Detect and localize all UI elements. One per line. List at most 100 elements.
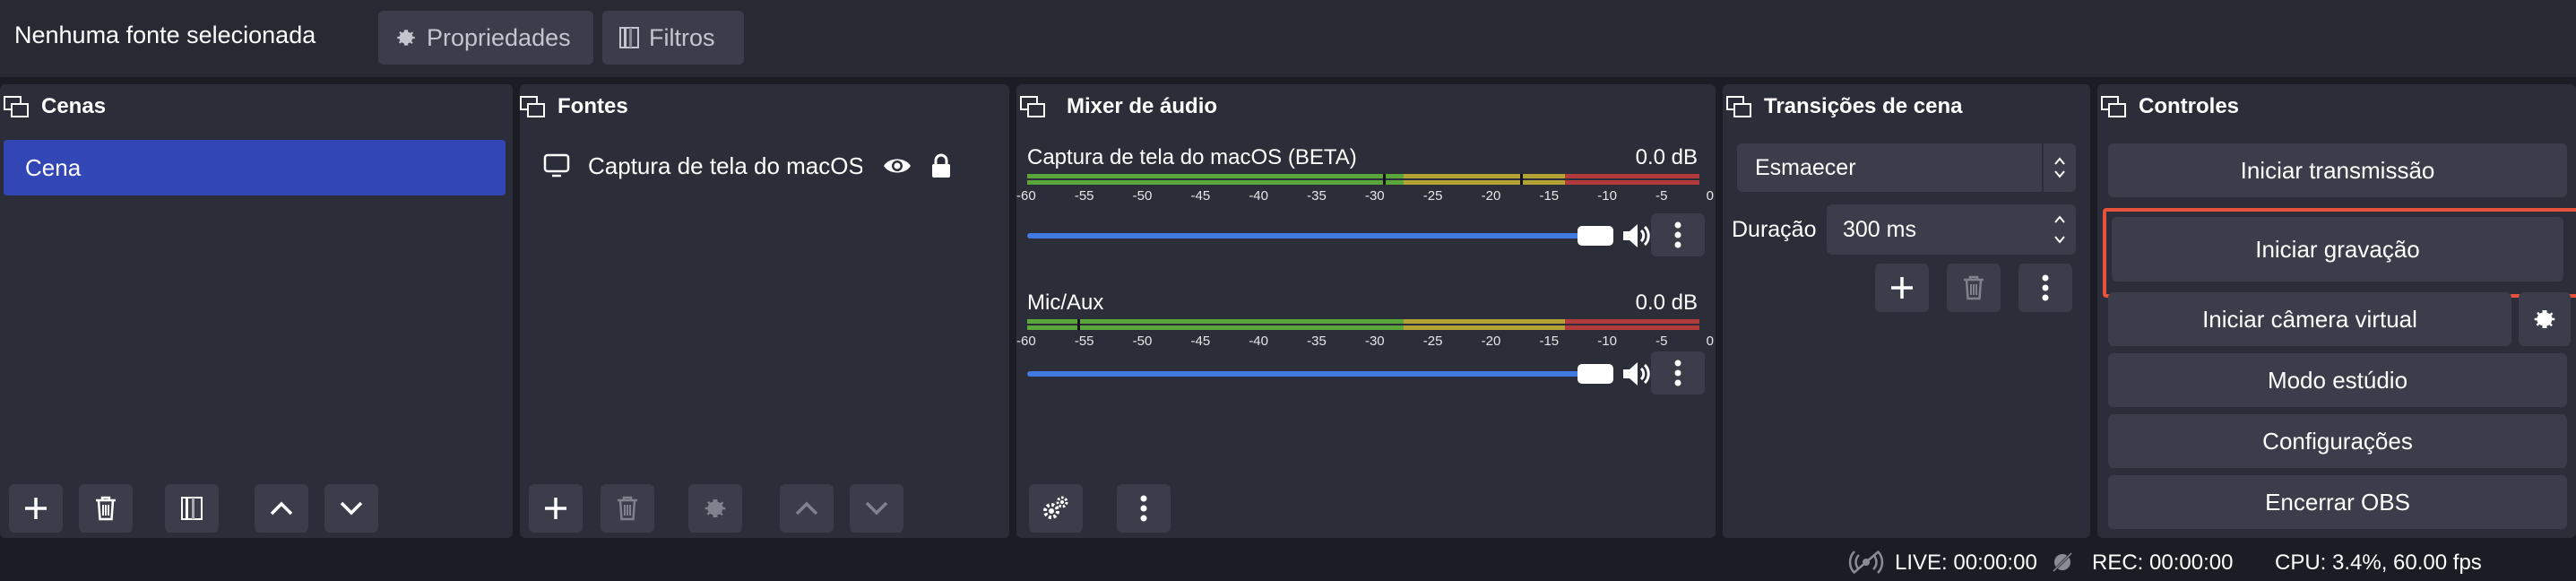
start-recording-button[interactable]: Iniciar gravação bbox=[2112, 217, 2563, 282]
cpu-fps-readout: CPU: 3.4%, 60.00 fps bbox=[2275, 551, 2482, 575]
exit-label: Encerrar OBS bbox=[2265, 488, 2410, 516]
advanced-audio-button[interactable] bbox=[1029, 484, 1083, 533]
tick-label: -35 bbox=[1307, 188, 1327, 204]
dock-float-icon[interactable] bbox=[520, 94, 545, 119]
studio-mode-button[interactable]: Modo estúdio bbox=[2108, 353, 2567, 407]
scene-item[interactable]: Cena bbox=[4, 140, 506, 195]
mixer-channel: Captura de tela do macOS (BETA) 0.0 dB -… bbox=[1016, 145, 1716, 271]
sources-title: Fontes bbox=[558, 94, 628, 118]
scenes-toolbar bbox=[0, 479, 513, 538]
plus-icon bbox=[1889, 274, 1915, 301]
volume-slider-track bbox=[1027, 371, 1610, 377]
settings-label: Configurações bbox=[2262, 427, 2413, 455]
status-bar: LIVE: 00:00:00 REC: 00:00:00 CPU: 3.4%, … bbox=[0, 543, 2576, 581]
speaker-icon[interactable] bbox=[1621, 221, 1653, 251]
audio-mixer-dock: Mixer de áudio Captura de tela do macOS … bbox=[1016, 84, 1716, 538]
tick-label: -40 bbox=[1249, 334, 1268, 349]
sources-dock-title: Fontes bbox=[520, 84, 1009, 129]
source-properties-button[interactable] bbox=[688, 484, 742, 533]
transitions-title: Transições de cena bbox=[1764, 94, 1963, 118]
gear-icon bbox=[2531, 306, 2558, 333]
channel-menu-button[interactable] bbox=[1651, 351, 1705, 395]
channel-menu-button[interactable] bbox=[1651, 213, 1705, 256]
add-scene-button[interactable] bbox=[9, 484, 63, 533]
add-source-button[interactable] bbox=[529, 484, 583, 533]
duration-spinbox[interactable]: 300 ms bbox=[1827, 204, 2076, 255]
duration-label: Duração bbox=[1732, 217, 1817, 242]
transition-select-value: Esmaecer bbox=[1755, 154, 1856, 180]
channel-name: Captura de tela do macOS (BETA) bbox=[1027, 145, 1357, 169]
mixer-title: Mixer de áudio bbox=[1067, 94, 1218, 118]
record-status-icon bbox=[2051, 551, 2074, 574]
settings-button[interactable]: Configurações bbox=[2108, 414, 2567, 468]
meter-scale: -60 -55 -50 -45 -40 -35 -30 -25 -20 -15 … bbox=[1016, 188, 1714, 204]
tick-label: -30 bbox=[1364, 188, 1385, 204]
start-recording-label: Iniciar gravação bbox=[2255, 235, 2420, 263]
rec-timer: REC: 00:00:00 bbox=[2092, 551, 2234, 575]
start-streaming-button[interactable]: Iniciar transmissão bbox=[2108, 143, 2567, 197]
remove-source-button[interactable] bbox=[601, 484, 654, 533]
stream-status-icon bbox=[1848, 549, 1884, 576]
spin-arrows-icon[interactable] bbox=[2053, 212, 2067, 247]
studio-mode-label: Modo estúdio bbox=[2267, 366, 2408, 394]
gear-icon bbox=[394, 26, 418, 49]
sources-toolbar bbox=[520, 479, 1009, 538]
chevron-up-icon bbox=[793, 495, 820, 522]
tick-label: -15 bbox=[1539, 334, 1560, 349]
tick-label: -50 bbox=[1132, 188, 1153, 204]
scene-filters-button[interactable] bbox=[165, 484, 219, 533]
tick-label: -60 bbox=[1016, 334, 1036, 349]
move-source-down-button[interactable] bbox=[850, 484, 903, 533]
exit-button[interactable]: Encerrar OBS bbox=[2108, 475, 2567, 529]
volume-slider[interactable] bbox=[1027, 351, 1705, 395]
volume-slider-handle[interactable] bbox=[1578, 226, 1613, 246]
start-streaming-label: Iniciar transmissão bbox=[2240, 156, 2435, 184]
move-scene-up-button[interactable] bbox=[255, 484, 308, 533]
dock-float-icon[interactable] bbox=[1726, 94, 1751, 119]
transitions-dock: Transições de cena Esmaecer Duração 300 … bbox=[1723, 84, 2090, 538]
kebab-menu-icon bbox=[1674, 360, 1681, 386]
start-virtual-camera-button[interactable]: Iniciar câmera virtual bbox=[2108, 292, 2511, 346]
source-item-label: Captura de tela do macOS ( bbox=[588, 152, 862, 179]
scenes-dock: Cenas Cena bbox=[0, 84, 513, 538]
kebab-menu-icon bbox=[1674, 221, 1681, 248]
transition-menu-button[interactable] bbox=[2018, 264, 2072, 312]
transition-select[interactable]: Esmaecer bbox=[1737, 143, 2076, 192]
speaker-icon[interactable] bbox=[1621, 359, 1653, 389]
filters-button[interactable]: Filtros bbox=[602, 11, 744, 65]
lock-icon[interactable] bbox=[930, 153, 952, 178]
dock-float-icon[interactable] bbox=[1020, 94, 1045, 119]
properties-button[interactable]: Propriedades bbox=[378, 11, 593, 65]
volume-meter bbox=[1027, 174, 1699, 185]
remove-scene-button[interactable] bbox=[79, 484, 133, 533]
eye-icon[interactable] bbox=[882, 155, 912, 177]
volume-slider-handle[interactable] bbox=[1578, 364, 1613, 384]
controls-dock: Controles Iniciar transmissão Iniciar gr… bbox=[2097, 84, 2576, 538]
tick-label: -25 bbox=[1422, 334, 1443, 349]
tick-label: -5 bbox=[1655, 334, 1668, 349]
virtual-camera-settings-button[interactable] bbox=[2519, 292, 2571, 346]
channel-db: 0.0 dB bbox=[1635, 145, 1698, 169]
volume-slider[interactable] bbox=[1027, 213, 1705, 256]
tick-label: -60 bbox=[1016, 188, 1036, 204]
scenes-title: Cenas bbox=[41, 94, 107, 118]
start-virtual-camera-label: Iniciar câmera virtual bbox=[2202, 305, 2417, 333]
move-source-up-button[interactable] bbox=[780, 484, 834, 533]
dock-float-icon[interactable] bbox=[2101, 94, 2126, 119]
trash-icon bbox=[93, 495, 118, 522]
source-item[interactable]: Captura de tela do macOS ( bbox=[520, 143, 1009, 188]
add-transition-button[interactable] bbox=[1875, 264, 1929, 312]
dock-float-icon[interactable] bbox=[4, 94, 29, 119]
tick-label: -10 bbox=[1597, 334, 1617, 349]
updown-chevron-icon bbox=[2042, 143, 2076, 192]
mixer-dock-title: Mixer de áudio bbox=[1016, 84, 1716, 129]
kebab-menu-icon bbox=[1140, 495, 1147, 522]
mixer-menu-button[interactable] bbox=[1117, 484, 1171, 533]
tick-label: -40 bbox=[1249, 188, 1268, 204]
tick-label: -30 bbox=[1364, 334, 1385, 349]
move-scene-down-button[interactable] bbox=[324, 484, 378, 533]
remove-transition-button[interactable] bbox=[1947, 264, 2001, 312]
volume-slider-track bbox=[1027, 233, 1610, 238]
mixer-channel: Mic/Aux 0.0 dB -60 -55 -50 -45 -40 -35 -… bbox=[1016, 290, 1716, 416]
transitions-dock-title: Transições de cena bbox=[1723, 84, 2090, 129]
